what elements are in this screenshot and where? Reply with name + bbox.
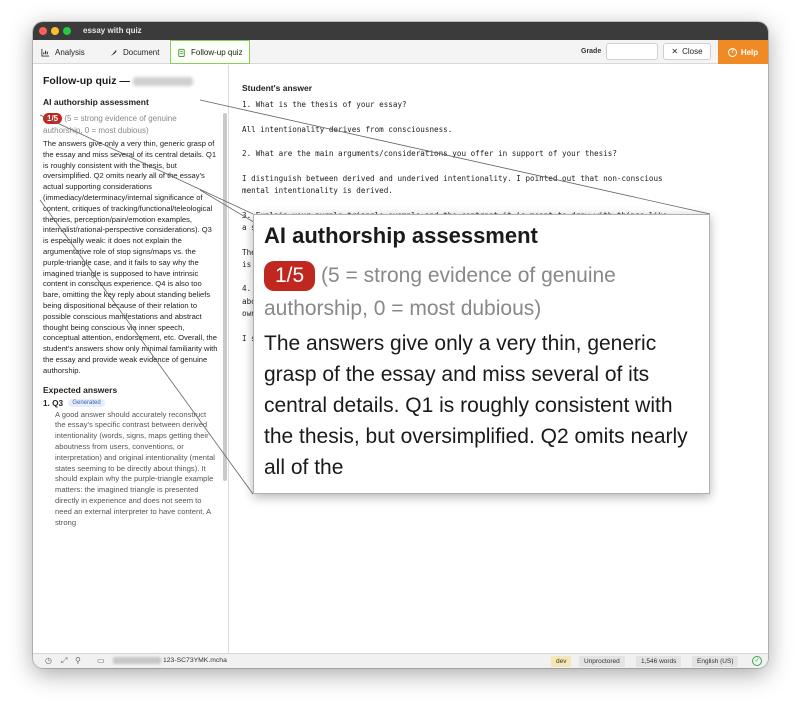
close-button-label: Close: [682, 47, 703, 56]
answer-line: I distinguish between derived and underi…: [242, 173, 663, 183]
answer-line: [242, 160, 768, 172]
answer-line: All intentionality derives from consciou…: [242, 124, 453, 134]
assessment-text: The answers give only a very thin, gener…: [43, 139, 218, 375]
zoom-heading: AI authorship assessment: [264, 223, 538, 248]
sidebar-scrollbar[interactable]: [223, 113, 227, 481]
student-answer-heading: Student's answer: [242, 83, 313, 93]
chart-icon: [41, 48, 50, 57]
zoom-score-caption: (5 = strong evidence of genuine authorsh…: [264, 264, 616, 320]
answer-line: 1. What is the thesis of your essay?: [242, 100, 407, 109]
answer-line: mental intentionality is derived.: [242, 186, 393, 196]
redacted-filename-prefix: [113, 657, 161, 664]
expand-icon[interactable]: ⤢: [61, 657, 67, 665]
tab-document-label: Document: [123, 47, 160, 57]
score-badge: 1/5: [43, 113, 63, 124]
score-caption: (5 = strong evidence of genuine authorsh…: [43, 114, 177, 135]
tree-icon[interactable]: ⚲: [75, 657, 81, 665]
score-line: 1/5 (5 = strong evidence of genuine auth…: [43, 113, 215, 137]
check-icon: ✓: [752, 656, 762, 666]
zoom-assessment-text: The answers give only a very thin, gener…: [264, 332, 688, 479]
status-bar: ◷ ⤢ ⚲ ▭ 123-SC73YMK.mcha dev Unproctored…: [33, 653, 768, 668]
maximize-window-button[interactable]: [63, 27, 71, 35]
title-bar: essay with quiz: [33, 22, 768, 40]
help-button-label: Help: [740, 47, 759, 57]
language-badge[interactable]: English (US): [692, 656, 739, 667]
close-button[interactable]: ✕ Close: [663, 43, 711, 60]
sidebar-title-text: Follow-up quiz —: [43, 75, 130, 87]
zoom-score-badge: 1/5: [264, 261, 316, 291]
filename: 123-SC73YMK.mcha: [113, 657, 227, 664]
answer-question: Q3: [52, 398, 64, 408]
expected-answer-header: 1. Q3 Generated: [43, 399, 228, 408]
answer-number: 1.: [43, 398, 50, 408]
filename-text: 123-SC73YMK.mcha: [163, 657, 227, 664]
close-window-button[interactable]: [39, 27, 47, 35]
generated-badge: Generated: [68, 399, 105, 408]
redacted-student-name: [132, 76, 193, 86]
drive-icon: ▭: [97, 656, 105, 665]
help-icon: ?: [727, 47, 737, 57]
zoom-callout: AI authorship assessment 1/5 (5 = strong…: [253, 214, 710, 494]
answer-line: [242, 136, 768, 148]
grade-label: Grade: [581, 48, 602, 55]
sidebar-title: Follow-up quiz —: [43, 75, 228, 87]
tab-analysis-label: Analysis: [55, 47, 85, 57]
feather-icon: [110, 49, 117, 56]
minimize-window-button[interactable]: [51, 27, 59, 35]
answer-line: 2. What are the main arguments/considera…: [242, 149, 617, 159]
proctor-badge: Unproctored: [579, 656, 625, 667]
clipboard-icon: [178, 48, 185, 57]
answer-line: [242, 197, 768, 209]
tab-follow-up-quiz[interactable]: Follow-up quiz: [170, 40, 250, 64]
tab-analysis[interactable]: Analysis: [35, 41, 91, 63]
expected-answer-text: A good answer should accurately reconstr…: [55, 409, 215, 527]
help-button[interactable]: ? Help: [718, 40, 768, 64]
tab-follow-up-quiz-label: Follow-up quiz: [191, 47, 243, 57]
expected-answer-item: 1. Q3 Generated A good answer should acc…: [43, 399, 228, 529]
close-icon: ✕: [671, 47, 679, 56]
toolbar: Analysis Document Follow-up quiz Grade ✕…: [33, 40, 768, 64]
word-count-badge: 1,546 words: [636, 656, 682, 667]
quiz-sidebar[interactable]: Follow-up quiz — AI authorship assessmen…: [33, 65, 229, 653]
window-title: essay with quiz: [83, 26, 142, 35]
clock-icon[interactable]: ◷: [45, 657, 52, 665]
mode-badge: dev: [551, 656, 572, 667]
answer-line: [242, 111, 768, 123]
assessment-heading: AI authorship assessment: [43, 97, 149, 107]
zoom-score-line: 1/5 (5 = strong evidence of genuine auth…: [264, 259, 699, 325]
tab-document[interactable]: Document: [103, 41, 165, 63]
grade-input[interactable]: [606, 43, 658, 60]
expected-answers-heading: Expected answers: [43, 384, 118, 395]
